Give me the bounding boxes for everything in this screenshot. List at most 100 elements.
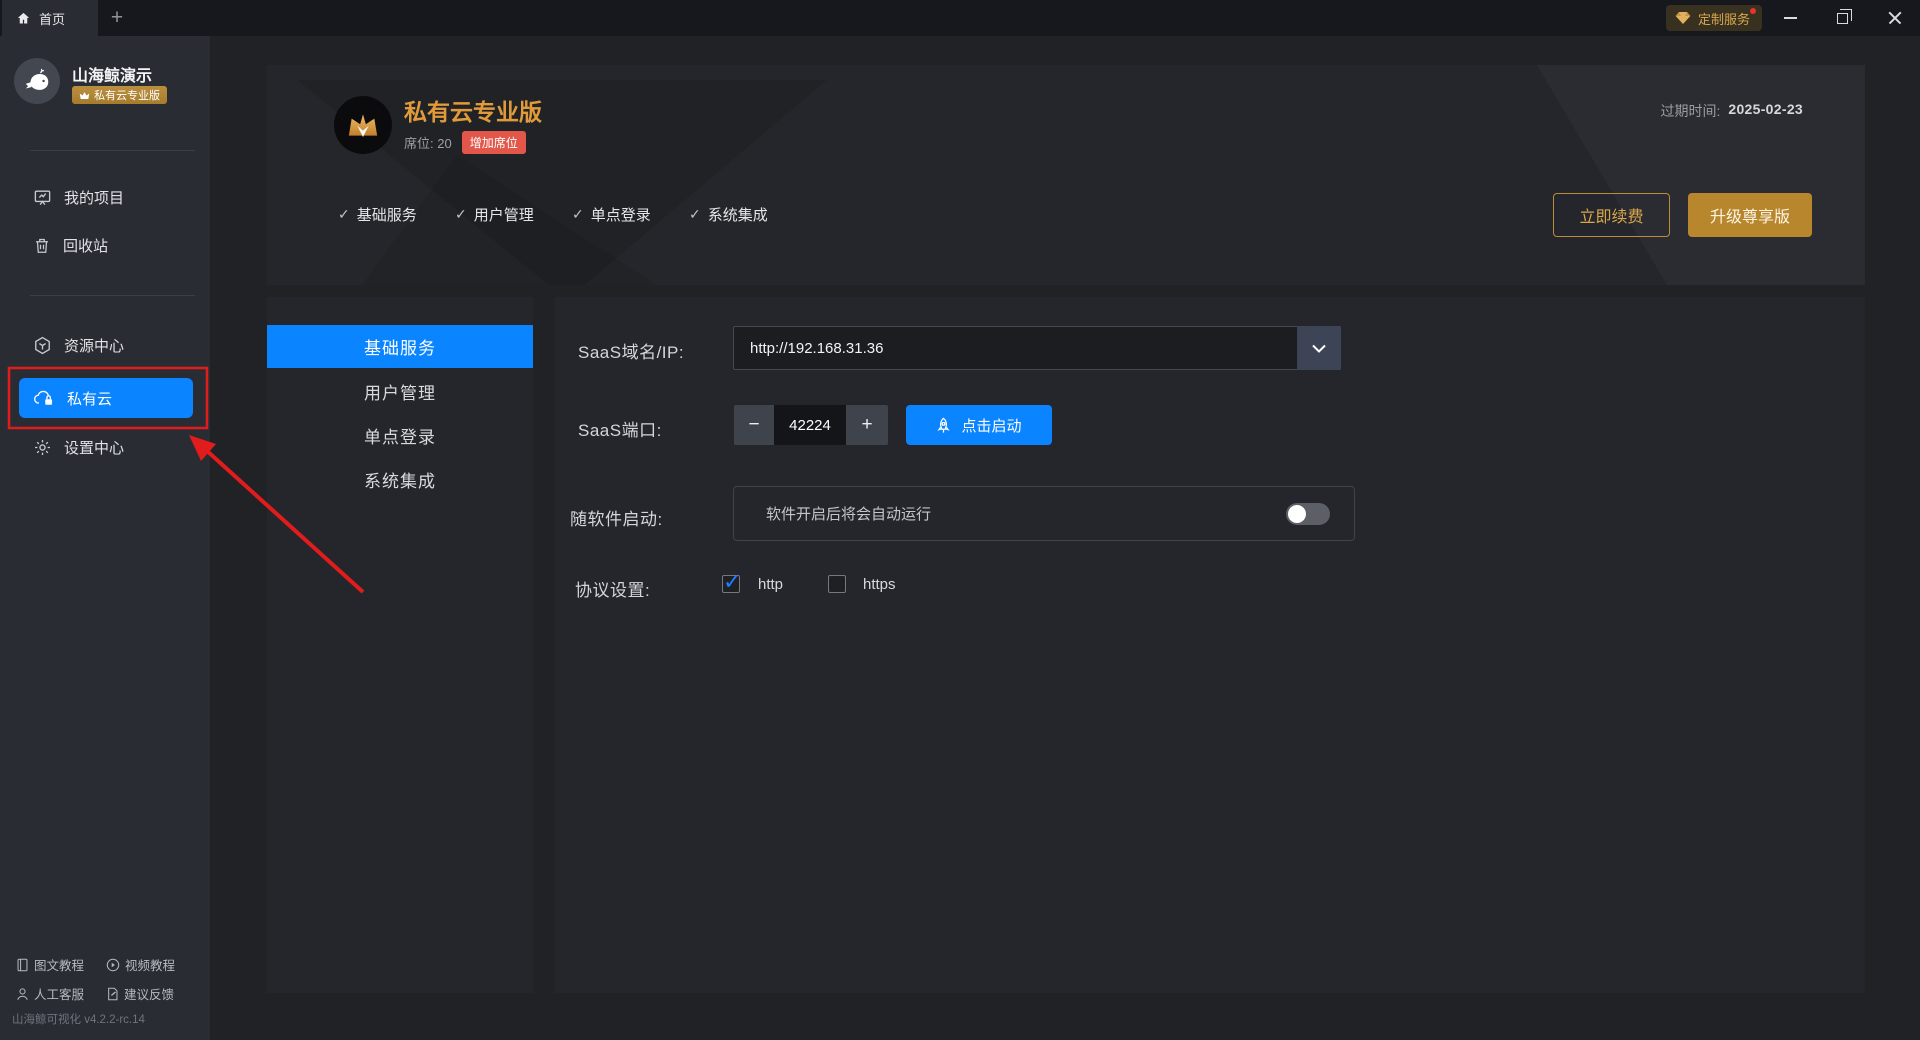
port-label: SaaS端口:	[578, 421, 662, 440]
autostart-hint: 软件开启后将会自动运行	[766, 506, 932, 523]
feature-label: 单点登录	[590, 207, 651, 224]
gem-icon	[1675, 11, 1691, 25]
footer-link-support[interactable]: 人工客服	[16, 984, 84, 1003]
sidebar-item-label: 设置中心	[64, 439, 125, 457]
autostart-label: 随软件启动:	[570, 510, 663, 529]
feature-label: 用户管理	[473, 207, 534, 224]
chevron-down-icon	[1312, 344, 1326, 353]
tab-single-sign-on[interactable]: 单点登录	[267, 414, 533, 457]
sidebar: 山海鲸演示 私有云专业版 我的项目 回收站 资源中心 私有云 设置中心 图文教程…	[0, 36, 210, 1040]
domain-dropdown-button[interactable]	[1297, 326, 1341, 370]
tab-user-management[interactable]: 用户管理	[267, 370, 533, 413]
footer-link-video-tutorial[interactable]: 视频教程	[106, 955, 175, 974]
autostart-toggle[interactable]	[1286, 502, 1330, 525]
user-plan-badge: 私有云专业版	[72, 86, 167, 104]
feedback-doc-icon	[106, 987, 119, 1001]
check-icon: ✓	[338, 206, 350, 222]
minimize-icon	[1783, 17, 1797, 19]
check-icon: ✓	[455, 206, 467, 222]
check-icon: ✓	[723, 569, 742, 594]
start-service-button[interactable]: 点击启动	[906, 405, 1052, 445]
app-window: 首页 + 定制服务 山海鲸演示 私有云专业版 我的项目 回收站 资源中心 私有云…	[0, 0, 1920, 1040]
footer-link-label: 建议反馈	[124, 988, 175, 1002]
app-version: 山海鲸可视化 v4.2.2-rc.14	[12, 1014, 145, 1026]
start-service-label: 点击启动	[961, 417, 1022, 435]
close-icon	[1888, 11, 1902, 25]
footer-link-label: 人工客服	[34, 988, 85, 1002]
sidebar-item-label: 私有云	[67, 390, 113, 408]
cloud-lock-icon	[33, 388, 55, 408]
feature-item: ✓ 系统集成	[689, 204, 806, 225]
feature-item: ✓ 用户管理	[455, 204, 572, 225]
plan-crown-logo	[334, 96, 392, 154]
hexagon-icon	[33, 336, 52, 355]
domain-label: SaaS域名/IP:	[578, 343, 685, 362]
trash-icon	[33, 236, 51, 255]
sidebar-item-private-cloud[interactable]: 私有云	[19, 378, 193, 418]
settings-tab-panel: 基础服务 用户管理 单点登录 系统集成	[267, 297, 533, 993]
play-circle-icon	[106, 958, 120, 972]
check-icon: ✓	[572, 206, 584, 222]
footer-link-feedback[interactable]: 建议反馈	[106, 984, 174, 1003]
protocol-option-label: https	[863, 576, 896, 593]
domain-input[interactable]	[733, 326, 1297, 370]
plan-header-panel: 私有云专业版 席位: 20 增加席位 ✓ 基础服务 ✓ 用户管理 ✓ 单点登录 …	[267, 65, 1865, 285]
footer-link-doc-tutorial[interactable]: 图文教程	[16, 955, 84, 974]
whale-icon	[22, 66, 52, 96]
tab-system-integration[interactable]: 系统集成	[267, 458, 533, 501]
renew-button[interactable]: 立即续费	[1553, 193, 1670, 237]
sidebar-item-label: 回收站	[63, 237, 109, 255]
sidebar-item-settings-center[interactable]: 设置中心	[0, 430, 210, 464]
rocket-icon	[936, 417, 951, 434]
checkbox-http[interactable]: ✓	[722, 569, 741, 594]
add-seats-button[interactable]: 增加席位	[461, 131, 526, 154]
footer-link-label: 视频教程	[125, 959, 176, 973]
user-avatar[interactable]	[14, 58, 60, 104]
protocol-option-label: http	[758, 576, 784, 593]
close-button[interactable]	[1880, 0, 1910, 36]
autostart-box: 软件开启后将会自动运行	[733, 486, 1355, 541]
sidebar-item-label: 资源中心	[64, 337, 125, 355]
sidebar-item-recycle-bin[interactable]: 回收站	[0, 228, 210, 262]
restore-button[interactable]	[1827, 0, 1857, 36]
notification-dot	[1750, 8, 1756, 14]
gear-icon	[33, 438, 52, 457]
crown-icon	[79, 91, 90, 100]
sidebar-item-label: 我的项目	[64, 189, 125, 207]
footer-link-label: 图文教程	[34, 959, 85, 973]
tab-home-label: 首页	[39, 11, 66, 27]
home-icon	[16, 11, 31, 26]
port-increment-button[interactable]: +	[846, 405, 888, 445]
port-decrement-button[interactable]: −	[734, 405, 774, 445]
divider	[30, 295, 195, 296]
feature-label: 基础服务	[356, 207, 417, 224]
feature-item: ✓ 单点登录	[572, 204, 689, 225]
checkbox-https[interactable]: ✓	[828, 575, 846, 593]
divider	[30, 150, 195, 151]
check-icon: ✓	[689, 206, 701, 222]
presentation-icon	[33, 188, 52, 207]
expire-label: 过期时间:	[1660, 103, 1721, 119]
protocol-label: 协议设置:	[575, 581, 651, 600]
sidebar-item-my-projects[interactable]: 我的项目	[0, 180, 210, 214]
user-name: 山海鲸演示	[72, 68, 153, 85]
expire-info: 过期时间: 2025-02-23	[1660, 101, 1803, 121]
port-input[interactable]	[774, 405, 846, 445]
minimize-button[interactable]	[1775, 0, 1805, 36]
feature-label: 系统集成	[707, 207, 768, 224]
book-icon	[16, 958, 29, 972]
plan-title: 私有云专业版	[404, 99, 542, 125]
person-icon	[16, 987, 29, 1001]
upgrade-button[interactable]: 升级尊享版	[1688, 193, 1812, 237]
custom-service-button[interactable]: 定制服务	[1665, 5, 1762, 31]
new-tab-button[interactable]: +	[102, 0, 132, 36]
user-plan-badge-label: 私有云专业版	[94, 90, 160, 102]
tab-home[interactable]: 首页	[2, 0, 98, 36]
sidebar-item-resource-center[interactable]: 资源中心	[0, 328, 210, 362]
titlebar: 首页 + 定制服务	[0, 0, 1920, 36]
restore-icon	[1836, 8, 1852, 24]
feature-list: ✓ 基础服务 ✓ 用户管理 ✓ 单点登录 ✓ 系统集成	[338, 204, 806, 225]
custom-service-label: 定制服务	[1697, 11, 1750, 27]
tab-basic-services[interactable]: 基础服务	[267, 325, 533, 368]
toggle-knob	[1288, 504, 1306, 523]
